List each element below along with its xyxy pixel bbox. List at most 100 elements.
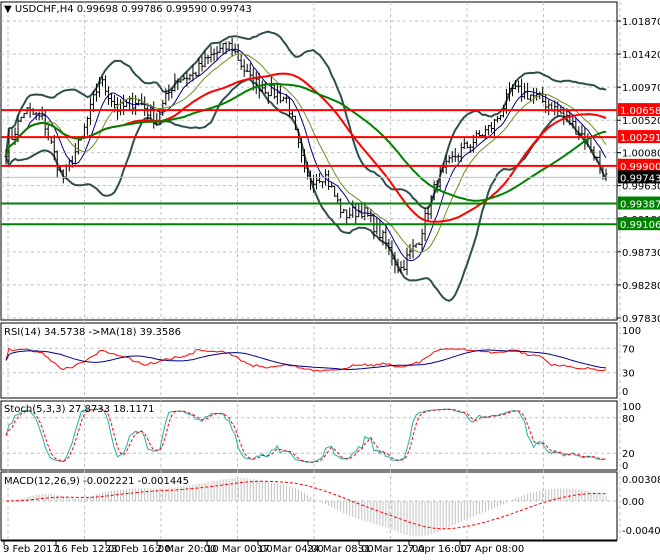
chart-window[interactable]: 1.01870 1.01420 1.00970 1.00520 1.00080 0.996… [0, 0, 660, 560]
ohlc-bar [110, 92, 114, 108]
rsi-line [5, 347, 607, 372]
ohlc-bar [46, 125, 50, 141]
ohlc-bar [532, 87, 536, 104]
indicator-tick-label: 100 [622, 326, 641, 337]
ohlc-bar [37, 111, 41, 121]
price-tick-label: 1.01870 [622, 17, 660, 28]
ohlc-bar [143, 96, 147, 116]
ohlc-bar [535, 88, 539, 101]
ohlc-bar [520, 78, 524, 102]
ohlc-bar [152, 101, 156, 129]
dropdown-triangle-icon[interactable]: ▼ [4, 4, 12, 15]
ohlc-bar [116, 97, 120, 120]
time-tick-label: 9 Feb 2017 [3, 544, 59, 555]
ohlc-bar [31, 107, 35, 116]
ohlc-bar [495, 115, 499, 123]
ohlc-bar [453, 148, 457, 162]
ohlc-bar [348, 207, 352, 219]
ohlc-bar [486, 124, 490, 136]
panel-frame-0 [0, 1, 618, 321]
price-tick-label: 1.01420 [622, 50, 660, 61]
ohlc-bar [345, 209, 349, 226]
ohlc-bar [417, 242, 421, 245]
indicator-tick-label: 100 [622, 402, 641, 413]
level-price-label: 0.99387 [620, 200, 660, 211]
ohlc-bar [103, 75, 107, 96]
ohlc-bar [82, 123, 86, 138]
ohlc-bar [333, 185, 337, 197]
ohlc-bar [375, 216, 379, 235]
price-tick-label: 0.97830 [622, 314, 660, 325]
ohlc-bar [402, 259, 406, 271]
ohlc-bar [318, 173, 322, 184]
ohlc-bar [408, 243, 412, 260]
ohlc-bar [200, 56, 204, 72]
ohlc-bar [230, 37, 234, 57]
last-price-label: 0.99743 [620, 173, 660, 184]
ohlc-bar [88, 97, 92, 126]
price-tick-label: 1.00080 [622, 149, 660, 160]
indicator-tick-label: 0 [622, 461, 628, 472]
ohlc-bar [547, 99, 551, 116]
ohlc-bar [281, 96, 285, 102]
ohlc-bar [179, 79, 183, 83]
bollinger-upper [5, 30, 607, 210]
indicator-tick-label: -0.004036 [622, 526, 660, 537]
stoch-label: Stoch(5,3,3) 27.8733 18.1171 [4, 404, 155, 415]
rsi-label: RSI(14) 34.5738 ->MA(18) 39.3586 [4, 327, 181, 338]
ohlc-bar [122, 94, 126, 116]
ohlc-bar [462, 138, 466, 150]
ohlc-bar [221, 42, 225, 54]
price-tick-label: 1.00520 [622, 116, 660, 127]
ohlc-bar [19, 116, 23, 123]
ohlc-bar [272, 84, 276, 100]
price-tick-label: 0.98280 [622, 281, 660, 292]
ohlc-bar [465, 141, 469, 149]
chart-header: ▼ USDCHF,H4 0.99698 0.99786 0.99590 0.99… [4, 4, 252, 15]
ohlc-bar [218, 43, 222, 54]
macd-label: MACD(12,26,9) -0.002221 -0.001445 [4, 476, 189, 487]
ohlc-bar [188, 73, 192, 81]
rsi-ma-line [5, 349, 607, 371]
ohlc-bar [498, 114, 502, 121]
indicator-tick-label: 0.00 [622, 497, 644, 508]
stoch-signal-line [5, 408, 607, 463]
ohlc-bar [242, 59, 246, 77]
ohlc-bar [492, 119, 496, 136]
indicator-tick-label: 0.003081 [622, 475, 660, 486]
price-tick-label: 0.98730 [622, 248, 660, 259]
ohlc-bar [477, 130, 481, 137]
ohlc-bar [209, 45, 213, 63]
indicator-tick-label: 20 [622, 449, 635, 460]
ohlc-bar [215, 46, 219, 61]
ohlc-bar [315, 173, 319, 190]
ohlc-bar [119, 99, 123, 116]
level-price-label: 1.00658 [620, 106, 660, 117]
symbol-label: USDCHF,H4 [14, 4, 74, 15]
ohlc-bar [321, 181, 325, 189]
ohlc-bar [22, 112, 26, 119]
ohlc-bar [456, 153, 460, 163]
bollinger-lower [5, 78, 607, 302]
indicator-tick-label: 70 [622, 344, 635, 355]
ohlc-bar [206, 54, 210, 64]
stoch-main-line [5, 408, 607, 463]
level-price-label: 0.99106 [620, 220, 660, 231]
ohlc-bar [480, 134, 484, 137]
ohlc-bar [212, 48, 216, 62]
ohlc-bar [287, 96, 291, 117]
ohlc-bar [354, 203, 358, 225]
ohlc-bar [239, 54, 243, 70]
level-price-label: 1.00291 [620, 133, 660, 144]
ohlc-bar [447, 155, 451, 164]
ohlc-bar [523, 83, 527, 100]
ohlc-bar [360, 202, 364, 219]
indicator-tick-label: 0 [622, 387, 628, 398]
price-tick-label: 1.00970 [622, 83, 660, 94]
indicator-tick-label: 80 [622, 414, 635, 425]
ohlc-bar [336, 192, 340, 204]
indicator-tick-label: 30 [622, 369, 635, 380]
ohlc-bar [10, 129, 14, 141]
ohlc-bar [85, 116, 89, 136]
macd-signal-line [6, 480, 607, 530]
